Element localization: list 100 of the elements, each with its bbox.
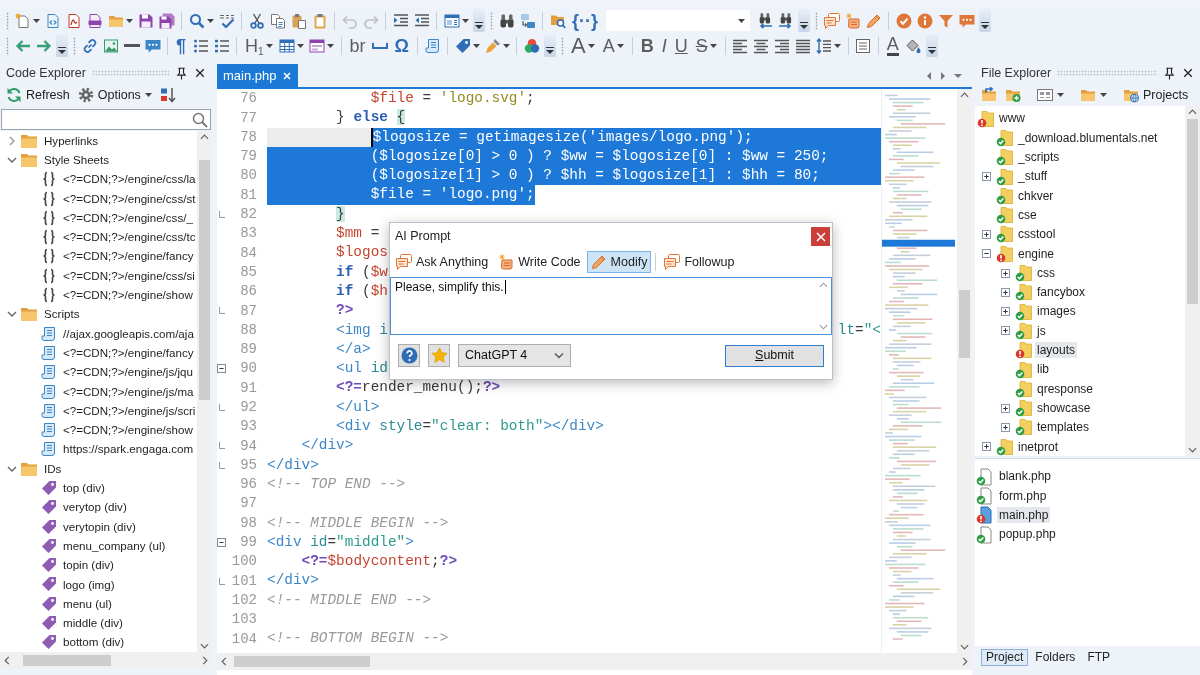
- tree-item[interactable]: _scripts: [1016, 149, 1062, 166]
- tree-item[interactable]: IDs: [42, 460, 64, 477]
- prompt-field[interactable]: Please, simplify this.: [390, 277, 832, 335]
- chevron-down-icon[interactable]: [818, 324, 828, 330]
- close-icon[interactable]: [194, 67, 206, 79]
- plus-box-icon[interactable]: [982, 229, 991, 239]
- tree-item[interactable]: _download.blumentals.net: [1016, 129, 1160, 147]
- tree-item[interactable]: lib: [1035, 361, 1051, 378]
- chevron-up-icon[interactable]: [1188, 109, 1197, 115]
- mode-tab[interactable]: Followup: [660, 251, 739, 273]
- tree-item[interactable]: qresponse: [1035, 380, 1096, 397]
- italic-button[interactable]: I: [657, 34, 671, 57]
- tree-item[interactable]: <?=CDN;?>/engine/css/si: [61, 267, 197, 284]
- heading-button[interactable]: H$_{1}$: [241, 34, 277, 57]
- triangle-down-icon[interactable]: [954, 72, 962, 79]
- pin-icon[interactable]: [175, 66, 188, 80]
- tree-item[interactable]: layouts: [1035, 342, 1078, 359]
- tree-item[interactable]: //ajax.googleapis.com/aja: [61, 325, 196, 342]
- tree-item[interactable]: inetprot: [1016, 438, 1061, 455]
- line-break-button[interactable]: br: [345, 34, 370, 57]
- tree-item[interactable]: <?=CDN;?>/engine/show: [61, 422, 195, 439]
- bold-button[interactable]: B: [636, 34, 658, 57]
- toolbar-overflow-button[interactable]: [979, 9, 991, 32]
- tree-item[interactable]: <?=CDN;?>/engine/css/la: [61, 171, 197, 188]
- tree-item[interactable]: Scripts: [42, 306, 82, 323]
- mode-tab[interactable]: Ask Anything: [392, 251, 493, 273]
- plus-box-icon[interactable]: [1001, 422, 1010, 432]
- options-button[interactable]: Options: [75, 86, 154, 104]
- tree-item[interactable]: middle (div): [61, 615, 125, 631]
- tree-item[interactable]: _stuff: [1016, 168, 1050, 185]
- plus-box-icon[interactable]: [982, 172, 991, 182]
- chevron-right-icon[interactable]: [962, 657, 968, 666]
- mode-tab[interactable]: Modify: [586, 251, 652, 273]
- tree-item[interactable]: csstool: [1016, 226, 1058, 243]
- file-item[interactable]: blank.php: [997, 468, 1054, 485]
- tree-item[interactable]: templates: [1035, 419, 1092, 436]
- toolbar-overflow-button[interactable]: [925, 34, 938, 57]
- plus-box-icon[interactable]: [1001, 326, 1010, 336]
- file-item[interactable]: main.php: [997, 507, 1051, 524]
- file-tab[interactable]: main.php: [217, 64, 299, 87]
- scrollbar-thumb[interactable]: [959, 290, 970, 358]
- tree-item[interactable]: fancybox: [1035, 284, 1088, 301]
- chevron-down-icon[interactable]: [200, 643, 209, 649]
- fold-minus-icon[interactable]: [217, 537, 226, 547]
- tree-item[interactable]: www: [997, 110, 1027, 127]
- scrollbar-thumb[interactable]: [1187, 119, 1198, 304]
- tree-item[interactable]: Hyperlinks: [42, 132, 101, 149]
- underline-button[interactable]: U: [670, 34, 692, 57]
- search-field[interactable]: [1, 109, 211, 130]
- search-combo-field[interactable]: [606, 10, 750, 31]
- panel-tab[interactable]: FTP: [1082, 648, 1116, 666]
- file-item[interactable]: popup.php: [997, 526, 1058, 543]
- folder-up-button[interactable]: [979, 86, 999, 104]
- toolbar-overflow-button[interactable]: [473, 9, 485, 32]
- tree-item[interactable]: chkver: [1016, 187, 1056, 205]
- tree-item[interactable]: showcase: [1035, 399, 1093, 417]
- tree-item[interactable]: <?=CDN;?>/engine/js/jqu: [61, 364, 195, 381]
- tree-item[interactable]: <?=CDN;?>/engine/show: [61, 287, 195, 303]
- font-size-button[interactable]: A: [598, 34, 628, 57]
- model-dropdown[interactable]: ChatGPT 4: [458, 344, 571, 367]
- triangle-left-icon[interactable]: [926, 71, 932, 80]
- chevron-right-icon[interactable]: [202, 656, 208, 665]
- tree-item[interactable]: <?=CDN;?>/engine/fancy: [61, 248, 196, 265]
- chevron-up-icon[interactable]: [818, 282, 828, 288]
- panel-tab[interactable]: Folders: [1030, 648, 1081, 666]
- tree-item[interactable]: top (div): [61, 480, 107, 496]
- special-character-button[interactable]: Ω: [390, 34, 414, 57]
- close-icon[interactable]: [1182, 67, 1194, 79]
- chevron-down-icon[interactable]: [1188, 447, 1197, 453]
- tree-item[interactable]: cse: [1016, 206, 1039, 224]
- tree-item[interactable]: engine: [1016, 245, 1057, 262]
- tree-item[interactable]: verytop (div): [61, 499, 129, 516]
- chevron-down-icon[interactable]: [960, 644, 969, 650]
- chevron-up-icon[interactable]: [200, 134, 209, 140]
- tree-item[interactable]: css: [1035, 264, 1057, 282]
- chevron-left-icon[interactable]: [4, 656, 10, 665]
- refresh-button[interactable]: Refresh: [4, 86, 72, 104]
- tree-item[interactable]: Style Sheets: [42, 152, 112, 168]
- help-button[interactable]: [398, 344, 420, 367]
- tree-item[interactable]: <?=CDN;?>/engine/fancy: [61, 344, 196, 361]
- minus-box-icon[interactable]: [982, 249, 991, 259]
- tree-item[interactable]: https://spark.engaga.com: [61, 441, 196, 458]
- file-item[interactable]: form.php: [997, 487, 1049, 505]
- tree-item[interactable]: <?=CDN;?>/engine/css/_: [61, 209, 195, 226]
- fold-minus-icon[interactable]: [217, 364, 226, 374]
- scrollbar-thumb[interactable]: [23, 655, 111, 666]
- braces-button[interactable]: {··}: [568, 9, 602, 32]
- chevron-left-icon[interactable]: [221, 657, 227, 666]
- tree-item[interactable]: menu_company (ul): [61, 537, 168, 554]
- plus-box-icon[interactable]: [982, 442, 991, 452]
- tree-item[interactable]: js: [1035, 322, 1048, 340]
- font-color-button[interactable]: A: [882, 34, 903, 57]
- plus-box-icon[interactable]: [1001, 403, 1010, 413]
- font-button[interactable]: A: [567, 34, 599, 57]
- mode-tab[interactable]: Write Code: [494, 251, 585, 273]
- paragraph-button[interactable]: ¶: [172, 34, 190, 57]
- tree-item[interactable]: bottom (div): [61, 634, 127, 651]
- tree-item[interactable]: topin (div): [61, 557, 116, 574]
- tree-item[interactable]: images: [1035, 303, 1078, 320]
- tree-item[interactable]: verytopin (div): [61, 518, 138, 535]
